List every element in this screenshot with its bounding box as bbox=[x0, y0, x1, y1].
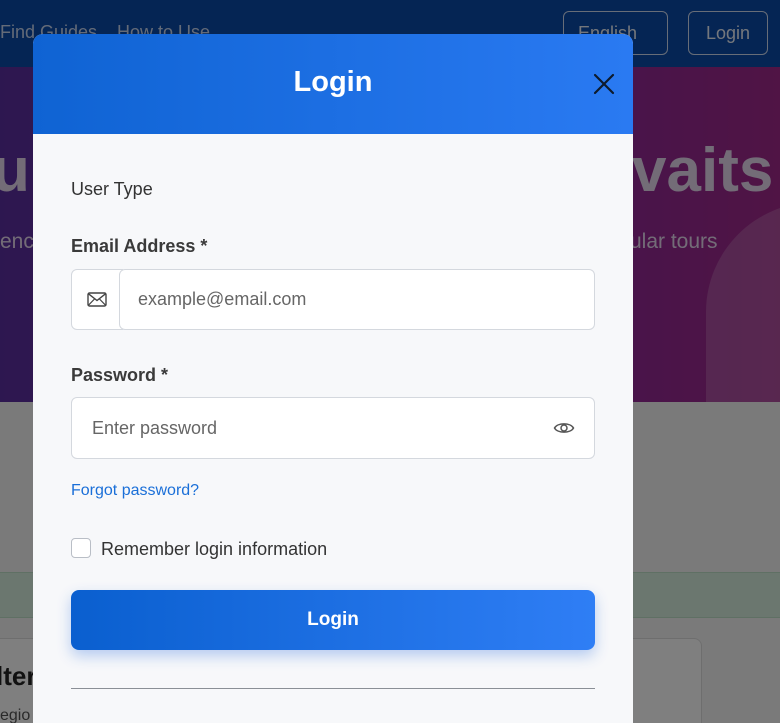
user-type-label: User Type bbox=[71, 179, 153, 199]
login-submit-button[interactable]: Login bbox=[71, 590, 595, 650]
modal-header: Login bbox=[33, 34, 633, 134]
password-label: Password * bbox=[71, 365, 169, 385]
mail-icon bbox=[87, 292, 107, 307]
eye-icon bbox=[553, 423, 575, 433]
remember-checkbox[interactable] bbox=[71, 538, 91, 558]
forgot-password-link[interactable]: Forgot password? bbox=[71, 482, 199, 500]
password-toggle-button[interactable] bbox=[553, 420, 575, 436]
email-addon bbox=[71, 269, 123, 330]
modal-divider bbox=[71, 688, 595, 689]
email-input[interactable] bbox=[119, 269, 595, 330]
modal-title: Login bbox=[293, 66, 373, 98]
password-input[interactable] bbox=[71, 397, 595, 459]
email-input-group bbox=[71, 269, 595, 330]
email-label: Email Address * bbox=[71, 236, 208, 256]
close-icon bbox=[593, 73, 615, 95]
login-modal: Login User Type Email Address * Password… bbox=[33, 34, 633, 723]
remember-label[interactable]: Remember login information bbox=[101, 539, 327, 560]
password-input-group bbox=[71, 397, 595, 459]
close-button[interactable] bbox=[591, 71, 617, 97]
